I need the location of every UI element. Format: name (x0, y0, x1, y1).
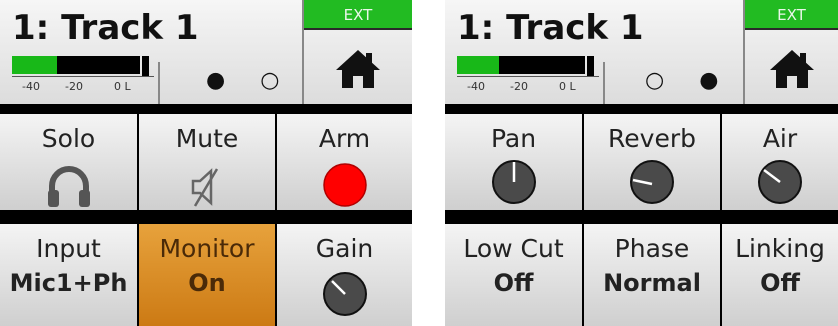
low-cut-button[interactable]: Low Cut Off (445, 224, 582, 326)
meter-scale: -40 -20 0 L (12, 80, 162, 94)
gain-button[interactable]: Gain (277, 224, 412, 326)
input-button[interactable]: Input Mic1+Ph (0, 224, 137, 326)
track-header: 1: Track 1 -40 -20 0 L ○ ● EXT (445, 0, 838, 104)
low-cut-value: Off (493, 269, 534, 297)
record-circle-icon (322, 163, 367, 207)
track-title: 1: Track 1 (12, 8, 199, 48)
knob-icon[interactable] (628, 158, 676, 206)
air-control[interactable]: Air (722, 114, 838, 210)
headphones-icon (47, 166, 90, 207)
meter-scale-label: 0 L (559, 80, 576, 93)
meter-scale-line (12, 76, 154, 77)
page-indicator-dots[interactable]: ○ ● (645, 68, 732, 93)
meter-scale-label: -40 (467, 80, 485, 93)
solo-button[interactable]: Solo (0, 114, 137, 210)
phase-label: Phase (614, 234, 690, 263)
home-icon[interactable] (769, 48, 815, 90)
track-screen-left: 1: Track 1 -40 -20 0 L ● ○ EXT Solo Mute… (0, 0, 412, 326)
knob-icon[interactable] (490, 158, 538, 206)
meter-peak-cap (587, 56, 594, 76)
track-screen-right: 1: Track 1 -40 -20 0 L ○ ● EXT Pan Rever… (445, 0, 838, 326)
meter-scale-label: -40 (22, 80, 40, 93)
phase-value: Normal (603, 269, 701, 297)
level-meter (457, 56, 599, 78)
ext-clock-label: EXT (304, 0, 412, 30)
track-title: 1: Track 1 (457, 8, 644, 48)
air-label: Air (762, 124, 798, 153)
header-divider (158, 62, 160, 104)
solo-label: Solo (41, 124, 96, 153)
level-meter (12, 56, 154, 78)
ext-clock-label: EXT (745, 0, 838, 30)
knob-icon[interactable] (321, 270, 369, 318)
gain-label: Gain (315, 234, 374, 263)
arm-button[interactable]: Arm (277, 114, 412, 210)
linking-button[interactable]: Linking Off (722, 224, 838, 326)
meter-scale-line (457, 76, 599, 77)
page-indicator-dots[interactable]: ● ○ (206, 68, 293, 93)
header-divider (603, 62, 605, 104)
input-label: Input (36, 234, 101, 263)
reverb-label: Reverb (608, 124, 696, 153)
knob-icon[interactable] (756, 158, 804, 206)
mute-button[interactable]: Mute (139, 114, 275, 210)
linking-value: Off (760, 269, 800, 297)
monitor-label: Monitor (159, 234, 255, 263)
arm-label: Arm (318, 124, 371, 153)
ext-home-panel[interactable]: EXT (302, 0, 412, 104)
low-cut-label: Low Cut (463, 234, 564, 263)
input-value: Mic1+Ph (9, 269, 128, 297)
linking-label: Linking (735, 234, 825, 263)
ext-home-panel[interactable]: EXT (743, 0, 838, 104)
pan-control[interactable]: Pan (445, 114, 582, 210)
home-icon[interactable] (335, 48, 381, 90)
meter-level-fill (12, 56, 57, 74)
meter-scale-label: 0 L (114, 80, 131, 93)
meter-scale-label: -20 (65, 80, 83, 93)
meter-level-fill (457, 56, 499, 74)
monitor-button[interactable]: Monitor On (139, 224, 275, 326)
meter-peak-cap (142, 56, 149, 76)
reverb-control[interactable]: Reverb (584, 114, 720, 210)
meter-scale-label: -20 (510, 80, 528, 93)
meter-scale: -40 -20 0 L (457, 80, 607, 94)
track-header: 1: Track 1 -40 -20 0 L ● ○ EXT (0, 0, 412, 104)
mute-label: Mute (175, 124, 239, 153)
phase-button[interactable]: Phase Normal (584, 224, 720, 326)
monitor-value: On (188, 269, 226, 297)
speaker-muted-icon (191, 168, 219, 207)
pan-label: Pan (490, 124, 537, 153)
